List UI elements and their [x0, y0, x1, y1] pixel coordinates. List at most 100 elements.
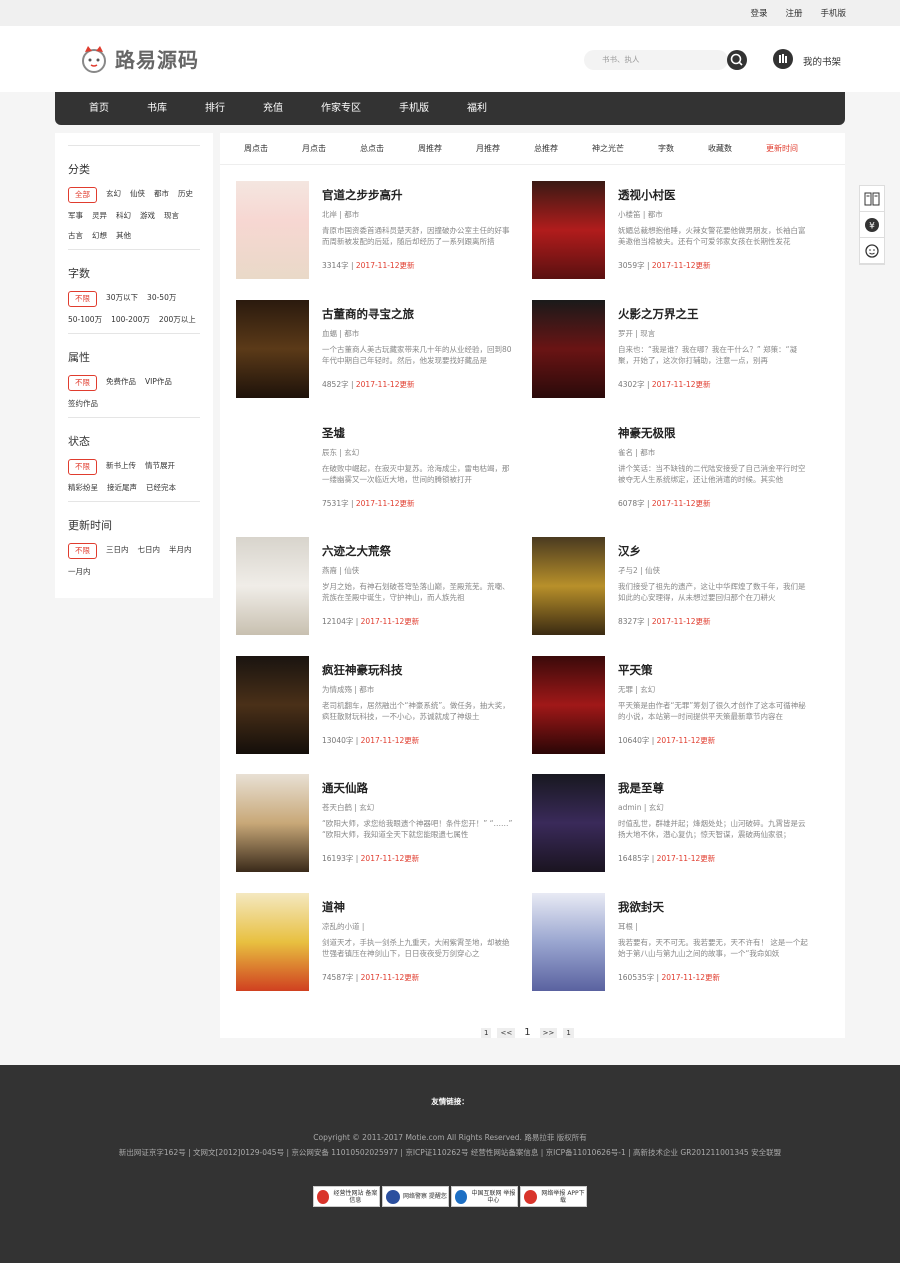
sort-option[interactable]: 月点击: [302, 143, 326, 154]
bookshelf-link[interactable]: 我的书架: [803, 54, 841, 68]
book-card[interactable]: 六迹之大荒祭 燕裔 | 仙侠 岁月之始，有神石划破苍穹坠落山巅，圣殿荒芜。荒嘲、荒族…: [236, 537, 526, 637]
filter-option[interactable]: 情节展开: [145, 459, 175, 475]
trust-badge[interactable]: 网络警察 提醒您: [382, 1186, 449, 1207]
filter-option[interactable]: 不限: [68, 375, 97, 391]
site-logo[interactable]: 路易源码: [77, 43, 199, 73]
filter-option[interactable]: VIP作品: [145, 375, 172, 391]
book-cover[interactable]: [236, 656, 309, 754]
book-card[interactable]: 古董商的寻宝之旅 血蝠 | 都市 一个古董商人美古玩藏家带来几十年的从业经验，回到8…: [236, 300, 526, 400]
book-cover[interactable]: [532, 774, 605, 872]
book-cover[interactable]: [532, 181, 605, 279]
filter-option[interactable]: 30万以下: [106, 291, 138, 307]
nav-item-home[interactable]: 首页: [89, 92, 109, 125]
book-title[interactable]: 官道之步步高升: [322, 187, 403, 203]
filter-option[interactable]: 200万以上: [159, 313, 196, 327]
book-card[interactable]: 通天仙路 苍天白鹤 | 玄幻 “欧阳大师，求您给我眼遗个神器吧！条件您开！” “………: [236, 774, 526, 874]
book-cover[interactable]: [532, 656, 605, 754]
filter-option[interactable]: 现言: [164, 209, 179, 223]
filter-option[interactable]: 半月内: [169, 543, 192, 559]
sort-option[interactable]: 月推荐: [476, 143, 500, 154]
page-current[interactable]: 1: [521, 1026, 533, 1039]
book-card[interactable]: 我是至尊 admin | 玄幻 时值乱世，群雄并起；烽烟处处；山河破碎。九霄皆是云扬…: [532, 774, 822, 874]
book-title[interactable]: 六迹之大荒祭: [322, 543, 391, 559]
filter-option[interactable]: 七日内: [138, 543, 161, 559]
sort-option[interactable]: 周推荐: [418, 143, 442, 154]
filter-option[interactable]: 历史: [178, 187, 193, 203]
filter-option[interactable]: 不限: [68, 543, 97, 559]
register-link[interactable]: 注册: [785, 7, 802, 19]
filter-option[interactable]: 接近尾声: [107, 481, 137, 495]
book-cover[interactable]: [532, 537, 605, 635]
book-title[interactable]: 汉乡: [618, 543, 641, 559]
filter-option[interactable]: 科幻: [116, 209, 131, 223]
book-icon[interactable]: [860, 186, 884, 212]
book-title[interactable]: 道神: [322, 899, 345, 915]
trust-badge[interactable]: 中国互联网 举报中心: [451, 1186, 518, 1207]
filter-option[interactable]: 全部: [68, 187, 97, 203]
book-title[interactable]: 疯狂神豪玩科技: [322, 662, 403, 678]
search-input[interactable]: 书书、执人: [584, 50, 728, 70]
nav-item-library[interactable]: 书库: [147, 92, 167, 125]
filter-option[interactable]: 100-200万: [111, 313, 150, 327]
book-title[interactable]: 神豪无极限: [618, 425, 676, 441]
book-title[interactable]: 我是至尊: [618, 780, 664, 796]
filter-option[interactable]: 30-50万: [147, 291, 176, 307]
trust-badge[interactable]: 经营性网站 备案信息: [313, 1186, 380, 1207]
book-cover[interactable]: [236, 893, 309, 991]
book-card[interactable]: 我欲封天 耳根 | 我若要有，天不可无。我若要无，天不许有！ 这是一个起始于第八山…: [532, 893, 822, 993]
book-cover[interactable]: [532, 419, 605, 517]
filter-option[interactable]: 不限: [68, 291, 97, 307]
book-card[interactable]: 火影之万界之王 罗开 | 现言 自来也：“我是谁？我在哪？我在干什么？” 郑策：“凝…: [532, 300, 822, 400]
book-cover[interactable]: [236, 181, 309, 279]
book-title[interactable]: 平天策: [618, 662, 653, 678]
book-cover[interactable]: [236, 774, 309, 872]
filter-option[interactable]: 军事: [68, 209, 83, 223]
book-title[interactable]: 通天仙路: [322, 780, 368, 796]
sort-option[interactable]: 收藏数: [708, 143, 732, 154]
nav-item-recharge[interactable]: 充值: [263, 92, 283, 125]
book-card[interactable]: 平天策 无罪 | 玄幻 平天策是由作者“无罪”筹划了很久才创作了这本可循神秘的小说，…: [532, 656, 822, 756]
nav-item-author-zone[interactable]: 作家专区: [321, 92, 361, 125]
filter-option[interactable]: 签约作品: [68, 397, 98, 411]
filter-option[interactable]: 游戏: [140, 209, 155, 223]
sort-option[interactable]: 总点击: [360, 143, 384, 154]
book-card[interactable]: 疯狂神豪玩科技 为情成殇 | 都市 老司机翻车，居然融出个“神豪系统”。做任务，抽大…: [236, 656, 526, 756]
filter-option[interactable]: 50-100万: [68, 313, 102, 327]
book-card[interactable]: 透视小村医 小楼笛 | 都市 妩媚总裁想抱他睡，火辣女警花要他做男朋友，长袖白富美邀…: [532, 181, 822, 281]
filter-option[interactable]: 不限: [68, 459, 97, 475]
customer-service-icon[interactable]: [860, 238, 884, 264]
filter-option[interactable]: 其他: [116, 229, 131, 243]
book-cover[interactable]: [532, 893, 605, 991]
book-title[interactable]: 圣墟: [322, 425, 345, 441]
filter-option[interactable]: 已经完本: [146, 481, 176, 495]
search-button[interactable]: [727, 50, 747, 70]
page-last[interactable]: 1: [563, 1027, 574, 1038]
sort-option[interactable]: 周点击: [244, 143, 268, 154]
book-card[interactable]: 汉乡 孑与2 | 仙侠 我们接受了祖先的遗产，这让中华辉煌了数千年，我们是如此的心安…: [532, 537, 822, 637]
filter-option[interactable]: 都市: [154, 187, 169, 203]
bookshelf-button[interactable]: [773, 49, 793, 69]
yen-icon[interactable]: ¥: [860, 212, 884, 238]
filter-option[interactable]: 新书上传: [106, 459, 136, 475]
book-cover[interactable]: [236, 537, 309, 635]
sort-option-active[interactable]: 更新时间: [766, 143, 798, 154]
book-card[interactable]: 官道之步步高升 北岸 | 都市 青原市国资委首通科员楚天舒，因撞破办公室主任的好事而…: [236, 181, 526, 281]
filter-option[interactable]: 一月内: [68, 565, 91, 579]
book-title[interactable]: 古董商的寻宝之旅: [322, 306, 414, 322]
sort-option[interactable]: 神之光芒: [592, 143, 624, 154]
filter-option[interactable]: 三日内: [106, 543, 129, 559]
filter-option[interactable]: 精彩纷呈: [68, 481, 98, 495]
book-title[interactable]: 火影之万界之王: [618, 306, 699, 322]
filter-option[interactable]: 免费作品: [106, 375, 136, 391]
book-card[interactable]: 圣墟 辰东 | 玄幻 在破败中崛起，在寂灭中复苏。沧海成尘，雷电枯竭，那一缕幽雾又一…: [236, 419, 526, 519]
filter-option[interactable]: 古言: [68, 229, 83, 243]
trust-badge[interactable]: 网络举报 APP下载: [520, 1186, 587, 1207]
filter-option[interactable]: 玄幻: [106, 187, 121, 203]
book-card[interactable]: 道神 凉乱的小道 | 剑道天才，手执一剑杀上九重天，大闹紫霄圣地，却被绝世强者镇压…: [236, 893, 526, 993]
filter-option[interactable]: 幻想: [92, 229, 107, 243]
nav-item-ranking[interactable]: 排行: [205, 92, 225, 125]
filter-option[interactable]: 仙侠: [130, 187, 145, 203]
book-cover[interactable]: [236, 419, 309, 517]
book-cover[interactable]: [532, 300, 605, 398]
filter-option[interactable]: 灵异: [92, 209, 107, 223]
